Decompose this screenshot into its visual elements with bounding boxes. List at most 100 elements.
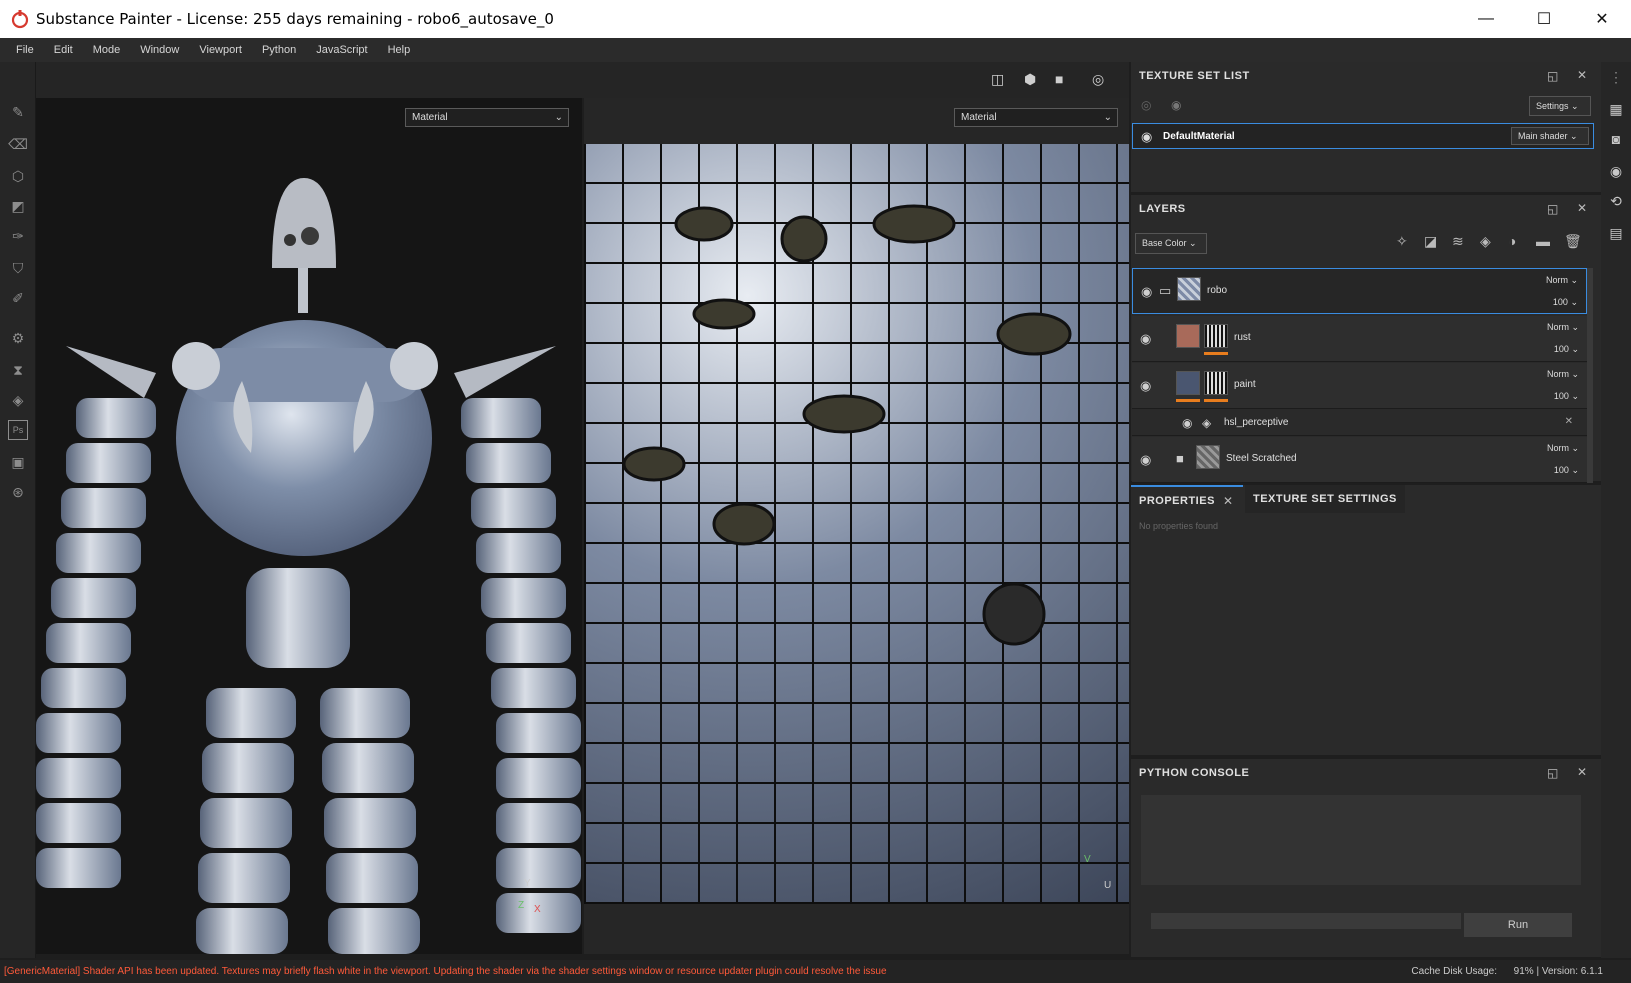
- close-tab-icon[interactable]: ✕: [1223, 494, 1233, 508]
- menu-help[interactable]: Help: [378, 44, 421, 56]
- add-mask-icon[interactable]: ◪: [1424, 233, 1437, 250]
- float-panel-icon[interactable]: ◱: [1547, 766, 1558, 780]
- menu-javascript[interactable]: JavaScript: [306, 44, 377, 56]
- layer-thumbnail: [1196, 445, 1220, 469]
- add-effect-icon[interactable]: ✧: [1396, 233, 1408, 250]
- eye-icon[interactable]: ◉: [1140, 378, 1151, 394]
- minimize-button[interactable]: —: [1457, 0, 1515, 38]
- eye-icon[interactable]: ◉: [1171, 98, 1181, 112]
- add-layer-icon[interactable]: ≋: [1452, 233, 1464, 250]
- maximize-button[interactable]: ☐: [1515, 0, 1573, 38]
- eye-icon[interactable]: ◉: [1140, 331, 1151, 347]
- mask-thumbnail: [1204, 324, 1228, 348]
- eraser-icon[interactable]: ⌫: [8, 134, 28, 154]
- close-window-button[interactable]: ✕: [1573, 0, 1631, 38]
- layer-row-paint[interactable]: ◉ paint Norm ⌄ 100 ⌄: [1132, 363, 1587, 409]
- substance-icon[interactable]: ◈: [8, 390, 28, 410]
- export-icon[interactable]: ▣: [8, 452, 28, 472]
- camera-icon[interactable]: ■: [1055, 71, 1063, 87]
- close-panel-icon[interactable]: ✕: [1577, 765, 1587, 779]
- log-icon[interactable]: ▤: [1607, 224, 1625, 242]
- smudge-icon[interactable]: ✑: [8, 226, 28, 246]
- tab-texture-set-settings[interactable]: TEXTURE SET SETTINGS: [1245, 485, 1405, 513]
- filter-icon: ◈: [1202, 416, 1212, 430]
- opacity-dropdown[interactable]: 100 ⌄: [1553, 297, 1578, 308]
- dock-handle-icon[interactable]: ⋮: [1607, 68, 1625, 86]
- menu-viewport[interactable]: Viewport: [189, 44, 252, 56]
- layer-row-rust[interactable]: ◉ rust Norm ⌄ 100 ⌄: [1132, 316, 1587, 362]
- effect-name: hsl_perceptive: [1224, 417, 1289, 428]
- no-properties-text: No properties found: [1139, 521, 1219, 531]
- shader-dropdown[interactable]: Main shader ⌄: [1511, 127, 1589, 145]
- viewport-2d-mode-select[interactable]: Material ⌄: [954, 108, 1118, 127]
- close-panel-icon[interactable]: ✕: [1577, 201, 1587, 215]
- eye-icon[interactable]: ◉: [1141, 284, 1152, 300]
- channel-dropdown[interactable]: Base Color ⌄: [1135, 233, 1207, 254]
- blend-mode-dropdown[interactable]: Norm ⌄: [1547, 322, 1579, 333]
- opacity-value: 100: [1553, 344, 1569, 354]
- layer-row-steel-scratched[interactable]: ◉ ■ Steel Scratched Norm ⌄ 100 ⌄: [1132, 437, 1587, 483]
- bake-settings-icon[interactable]: ⚙: [8, 328, 28, 348]
- opacity-value: 100: [1552, 297, 1568, 307]
- menu-file[interactable]: File: [6, 44, 44, 56]
- add-fill-layer-icon[interactable]: ◈: [1480, 233, 1491, 250]
- clone-stamp-icon[interactable]: ⛉: [8, 258, 28, 278]
- menu-edit[interactable]: Edit: [44, 44, 83, 56]
- settings-dropdown[interactable]: Settings ⌄: [1529, 96, 1591, 116]
- plugin-icon[interactable]: ⊛: [8, 482, 28, 502]
- layers-scrollbar[interactable]: [1587, 268, 1593, 483]
- visibility-off-icon[interactable]: ◎: [1141, 98, 1151, 112]
- hourglass-icon[interactable]: ⧗: [8, 360, 28, 380]
- menu-window[interactable]: Window: [130, 44, 189, 56]
- display-settings-icon[interactable]: ◙: [1607, 130, 1625, 148]
- cache-label: Cache Disk Usage:: [1411, 966, 1497, 977]
- tab-properties[interactable]: PROPERTIES ✕: [1131, 485, 1243, 513]
- delete-layer-icon[interactable]: 🗑: [1564, 233, 1582, 250]
- console-input[interactable]: [1151, 913, 1461, 929]
- paint-brush-icon[interactable]: ✎: [8, 102, 28, 122]
- robot-model-render: [36, 178, 581, 954]
- viewport-2d-uv[interactable]: Material ⌄ V U: [584, 98, 1129, 954]
- polygon-fill-icon[interactable]: ◩: [8, 196, 28, 216]
- blend-mode-dropdown[interactable]: Norm ⌄: [1547, 369, 1579, 380]
- eye-icon[interactable]: ◉: [1141, 129, 1152, 145]
- add-folder-icon[interactable]: ▬: [1536, 233, 1550, 249]
- history-icon[interactable]: ⟲: [1607, 192, 1625, 210]
- viewport-3d[interactable]: Material ⌄ Y Z X: [36, 98, 582, 954]
- environment-icon[interactable]: ◉: [1607, 162, 1625, 180]
- right-dock-bar: ⋮ ▦ ◙ ◉ ⟲ ▤: [1601, 62, 1631, 958]
- eye-icon[interactable]: ◉: [1182, 416, 1192, 430]
- blend-mode-dropdown[interactable]: Norm ⌄: [1546, 275, 1578, 286]
- blend-mode-value: Norm: [1546, 443, 1569, 453]
- layout-grid-icon[interactable]: ▦: [1607, 100, 1625, 118]
- remove-effect-icon[interactable]: ✕: [1565, 416, 1573, 427]
- opacity-dropdown[interactable]: 100 ⌄: [1554, 465, 1579, 476]
- effect-row-hsl[interactable]: ◉ ◈ hsl_perceptive ✕: [1132, 410, 1587, 436]
- cache-value: 91%: [1513, 966, 1534, 977]
- menu-python[interactable]: Python: [252, 44, 306, 56]
- run-button[interactable]: Run: [1464, 913, 1572, 937]
- uv-islands-overlay: [622, 204, 1072, 646]
- eye-icon[interactable]: ◉: [1140, 452, 1151, 468]
- layer-row-robo[interactable]: ◉ ▭ robo Norm ⌄ 100 ⌄: [1132, 268, 1587, 314]
- split-view-icon[interactable]: ◫: [991, 71, 1004, 88]
- close-panel-icon[interactable]: ✕: [1577, 68, 1587, 82]
- blend-mode-value: Norm: [1546, 322, 1569, 332]
- texture-set-row[interactable]: ◉ DefaultMaterial Main shader ⌄: [1132, 123, 1594, 149]
- float-panel-icon[interactable]: ◱: [1547, 69, 1558, 83]
- screenshot-icon[interactable]: ◎: [1092, 71, 1104, 88]
- color-picker-icon[interactable]: ✐: [8, 288, 28, 308]
- console-output[interactable]: [1141, 795, 1581, 885]
- opacity-dropdown[interactable]: 100 ⌄: [1554, 391, 1579, 402]
- viewport-3d-mode-select[interactable]: Material ⌄: [405, 108, 569, 127]
- opacity-dropdown[interactable]: 100 ⌄: [1554, 344, 1579, 355]
- layer-thumbnail: [1176, 324, 1200, 348]
- projection-icon[interactable]: ⬡: [8, 166, 28, 186]
- float-panel-icon[interactable]: ◱: [1547, 202, 1558, 216]
- blend-mode-dropdown[interactable]: Norm ⌄: [1547, 443, 1579, 454]
- view-cube-icon[interactable]: ⬢: [1024, 71, 1036, 88]
- photoshop-export-icon[interactable]: Ps: [8, 420, 28, 440]
- channel-label: Base Color: [1142, 238, 1187, 248]
- add-smart-material-icon[interactable]: ◑: [1508, 233, 1516, 249]
- menu-mode[interactable]: Mode: [83, 44, 131, 56]
